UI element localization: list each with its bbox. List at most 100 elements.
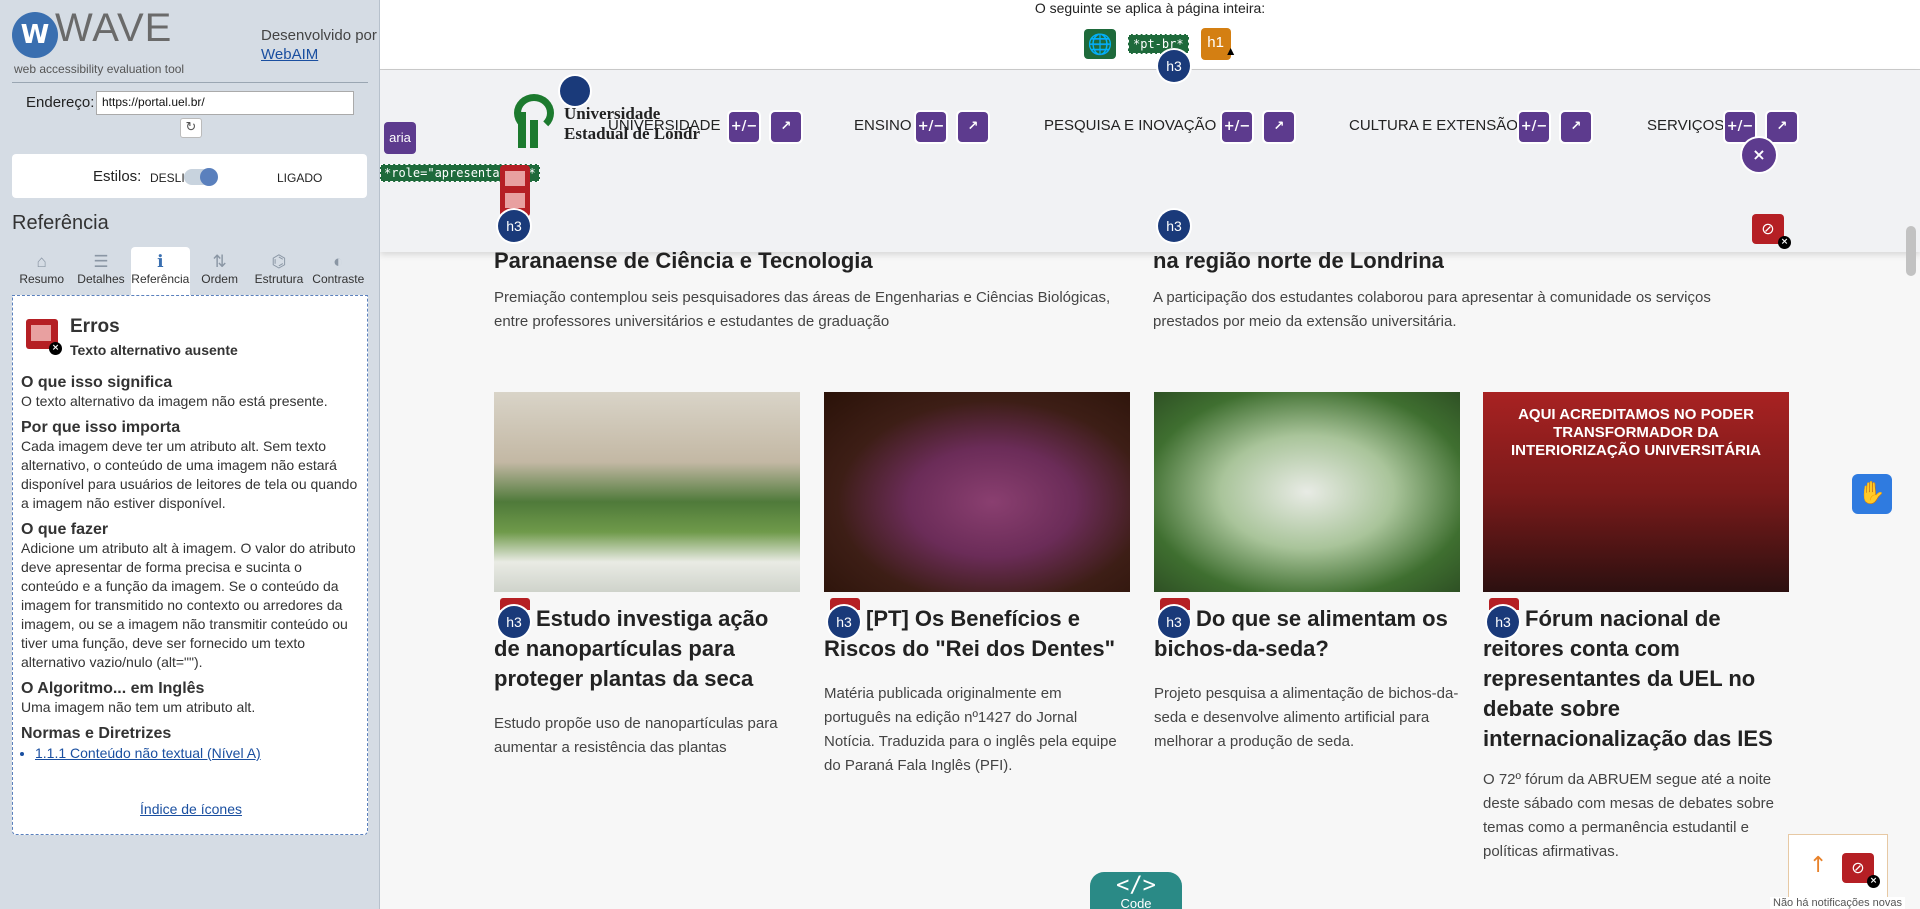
tab-summary[interactable]: ⌂ Resumo [12,247,71,295]
card-desc: Estudo propõe uso de nanopartículas para… [494,715,778,756]
notification-text: Não há notificações novas [1770,897,1906,909]
tab-label: Resumo [19,272,64,286]
news-desc: A participação dos estudantes colaborou … [1153,289,1711,330]
h3-badge[interactable]: h3 [1158,50,1190,82]
norms-title: Normas e Diretrizes [21,725,172,742]
logo-bar [530,120,538,148]
reference-category: Erros [70,316,120,337]
error-x-icon: × [1867,875,1880,888]
webaim-link[interactable]: WebAIM [261,46,318,63]
warning-icon: ▲ [1224,44,1237,58]
card-title[interactable]: Fórum nacional de reitores conta com rep… [1483,604,1789,754]
wave-tabs: ⌂ Resumo ☰ Detalhes ℹ Referência ⇅ Ordem ⌬ Es… [12,247,368,295]
reload-icon[interactable]: ↻ [180,118,202,138]
logo-mark [504,88,554,148]
contrast-icon: ◐ [333,252,344,271]
card-title[interactable]: Do que se alimentam os bichos-da-seda? [1154,604,1460,664]
developed-by: Desenvolvido por WebAIM [261,26,377,64]
aria-badge[interactable]: aria [384,122,416,154]
nav-servicos[interactable]: SERVIÇOS [1647,117,1724,134]
expand-badge[interactable]: +/− [1222,112,1252,142]
page-summary-text: O seguinte se aplica à página inteira: [1034,0,1266,16]
news-image-greenhouse[interactable] [494,392,800,592]
icon-index-link[interactable]: Índice de ícones [13,801,369,817]
algo-title: O Algoritmo... em Inglês [21,680,205,697]
do-title: O que fazer [21,521,109,538]
error-x-icon: × [49,342,62,355]
close-icon[interactable]: × [1742,138,1776,172]
tab-label: Referência [131,272,190,286]
list-icon[interactable] [560,76,590,106]
page-summary-bar: O seguinte se aplica à página inteira: 🌐… [380,0,1920,70]
reference-item: Texto alternativo ausente [70,342,238,358]
expand-badge[interactable]: +/− [729,112,759,142]
divider [12,82,368,83]
sign-language-icon[interactable]: ✋ [1852,474,1892,514]
tab-label: Detalhes [77,272,125,286]
expand-badge[interactable]: +/− [1725,112,1755,142]
algo-text: Uma imagem não tem um atributo alt. [21,699,256,715]
norm-link[interactable]: 1.1.1 Conteúdo não textual (Nível A) [35,745,359,761]
news-card[interactable]: h3 [PT] Os Benefícios e Riscos do "Rei d… [824,392,1130,774]
code-label: Code [1120,896,1152,909]
scrollbar[interactable] [1906,226,1916,276]
news-title[interactable]: na região norte de Londrina [1153,248,1444,274]
toggle-knob [200,168,218,186]
h1-label: h1 [1207,34,1224,51]
wave-brand: WAVE [55,6,173,50]
card-desc: Projeto pesquisa a alimentação de bichos… [1154,685,1459,750]
structure-icon: ⌬ [271,252,287,271]
nav-universidade[interactable]: UNIVERSIDADE [608,117,721,134]
what-text: O texto alternativo da imagem não está p… [21,393,328,409]
styles-label: Estilos: [93,168,142,185]
card-desc: O 72º fórum da ABRUEM segue até a noite … [1483,771,1775,860]
home-icon: ⌂ [36,252,47,271]
tab-contrast[interactable]: ◐ Contraste [309,247,368,295]
card-title[interactable]: [PT] Os Benefícios e Riscos do "Rei dos … [824,604,1130,664]
expand-badge[interactable]: +/− [1519,112,1549,142]
list-icon: ☰ [93,252,109,271]
nav-pesquisa[interactable]: PESQUISA E INOVAÇÃO [1044,117,1216,134]
wave-tagline: web accessibility evaluation tool [14,62,185,76]
expand-badge[interactable]: +/− [916,112,946,142]
external-link-icon[interactable]: ↗ [1767,112,1797,142]
external-link-icon[interactable]: ↗ [958,112,988,142]
wave-sidebar: W WAVE web accessibility evaluation tool… [0,0,380,909]
wave-logo-icon: W [12,12,58,58]
styles-toggle-box: Estilos: DESLIGA LIGADO [12,154,367,198]
tab-label: Contraste [312,272,365,286]
news-card[interactable]: AQUI ACREDITAMOS NO PODER TRANSFORMADOR … [1483,392,1789,860]
what-title: O que isso significa [21,374,173,391]
evaluated-page: O seguinte se aplica à página inteira: 🌐… [380,0,1920,909]
h3-badge[interactable]: h3 [1158,210,1190,242]
card-desc: Matéria publicada originalmente em portu… [824,685,1117,774]
developed-by-label: Desenvolvido por [261,27,377,44]
h3-badge[interactable]: h3 [498,210,530,242]
tab-order[interactable]: ⇅ Ordem [190,247,249,295]
page-summary-icons: 🌐 *pt-br* h1 ▲ [1084,28,1237,60]
external-link-icon[interactable]: ↗ [1561,112,1591,142]
card-title[interactable]: Estudo investiga ação de nanopartículas … [494,604,800,694]
news-image-silkworms[interactable] [1154,392,1460,592]
external-link-icon[interactable]: ↗ [1264,112,1294,142]
external-link-icon[interactable]: ↗ [771,112,801,142]
do-text: Adicione um atributo alt à imagem. O val… [21,540,356,670]
tab-reference[interactable]: ℹ Referência [130,247,190,295]
nav-ensino[interactable]: ENSINO [854,117,912,134]
tab-structure[interactable]: ⌬ Estrutura [249,247,308,295]
news-image-forum[interactable]: AQUI ACREDITAMOS NO PODER TRANSFORMADOR … [1483,392,1789,592]
nav-cultura[interactable]: CULTURA E EXTENSÃO [1349,117,1518,134]
address-input[interactable]: https://portal.uel.br/ [96,91,354,115]
address-label: Endereço: [26,94,95,111]
news-card[interactable]: h3 Estudo investiga ação de nanopartícul… [494,392,800,756]
code-toggle-button[interactable]: </> Code [1090,872,1182,909]
globe-icon[interactable]: 🌐 [1084,29,1116,59]
news-title[interactable]: Paranaense de Ciência e Tecnologia [494,248,873,274]
news-card[interactable]: h3 Do que se alimentam os bichos-da-seda… [1154,392,1460,750]
news-desc: Premiação contemplou seis pesquisadores … [494,289,1111,330]
tab-details[interactable]: ☰ Detalhes [71,247,130,295]
news-image-garlic[interactable] [824,392,1130,592]
styles-toggle[interactable] [184,168,218,186]
h1-alert-icon[interactable]: h1 ▲ [1200,28,1237,60]
logo-bar [518,112,526,148]
